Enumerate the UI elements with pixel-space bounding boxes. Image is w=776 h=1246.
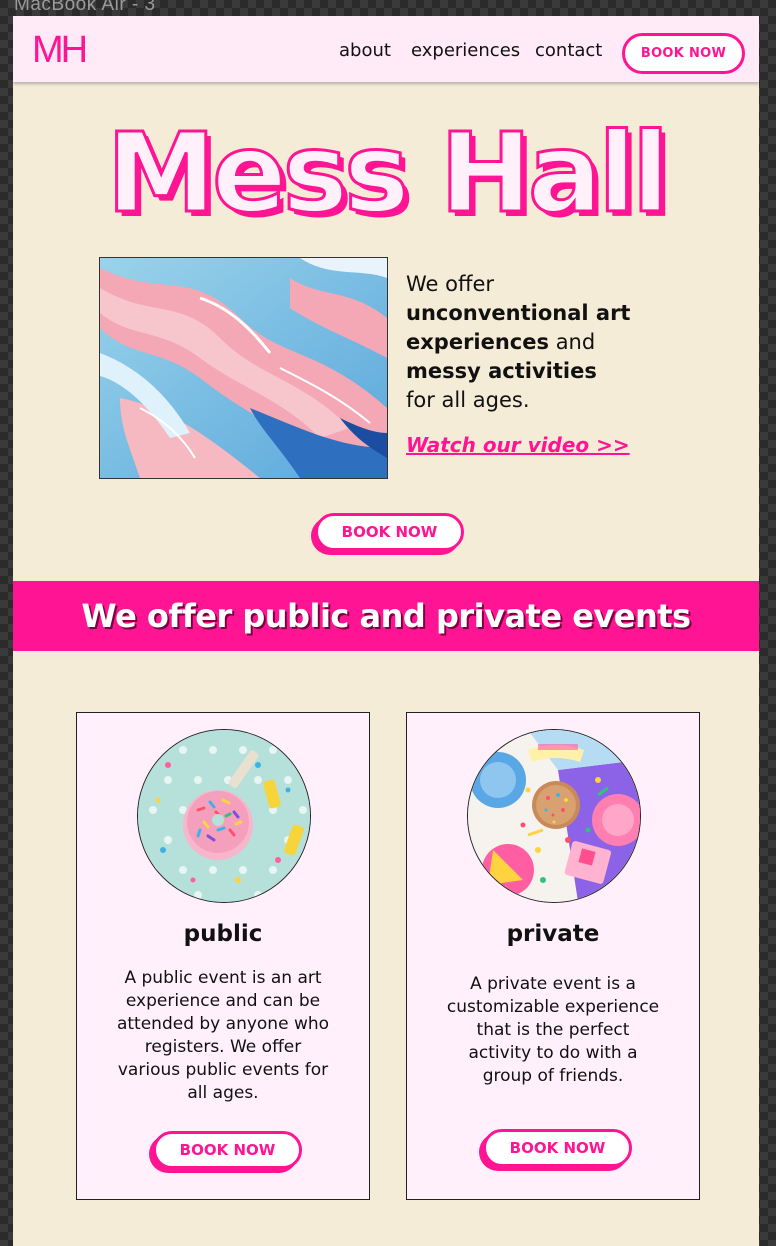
nav-link-about[interactable]: about — [339, 40, 391, 61]
hero-title: Mess Hall — [105, 108, 671, 239]
watch-video-link[interactable]: Watch our video >> — [406, 433, 630, 457]
private-event-card: private A private event is a customizabl… — [406, 712, 700, 1200]
public-card-description: A public event is an art experience and … — [116, 968, 330, 1103]
donut-party-image — [137, 729, 311, 903]
events-banner: We offer public and private events — [13, 581, 759, 651]
hero-description: We offer unconventional art experiences … — [406, 272, 631, 412]
events-banner-text: We offer public and private events — [81, 597, 691, 635]
nav-book-now-button[interactable]: BOOK NOW — [622, 33, 745, 74]
private-card-title: private — [506, 921, 600, 947]
private-book-now-button[interactable]: BOOK NOW — [483, 1129, 632, 1167]
nav-link-experiences[interactable]: experiences — [411, 40, 520, 61]
birthday-party-image — [467, 729, 641, 903]
top-nav: MH about experiences contact BOOK NOW — [13, 16, 759, 82]
frame-label: MacBook Air - 3 — [14, 0, 156, 15]
page: MH about experiences contact BOOK NOW Me… — [13, 16, 759, 1246]
hero-book-now-button[interactable]: BOOK NOW — [315, 513, 464, 551]
logo[interactable]: MH — [32, 28, 88, 72]
marble-art-image — [99, 257, 388, 479]
public-event-card: public A public event is an art experien… — [76, 712, 370, 1200]
public-book-now-button[interactable]: BOOK NOW — [153, 1131, 302, 1169]
private-card-description: A private event is a customizable experi… — [446, 974, 660, 1086]
public-card-title: public — [183, 921, 263, 947]
nav-link-contact[interactable]: contact — [535, 40, 602, 61]
